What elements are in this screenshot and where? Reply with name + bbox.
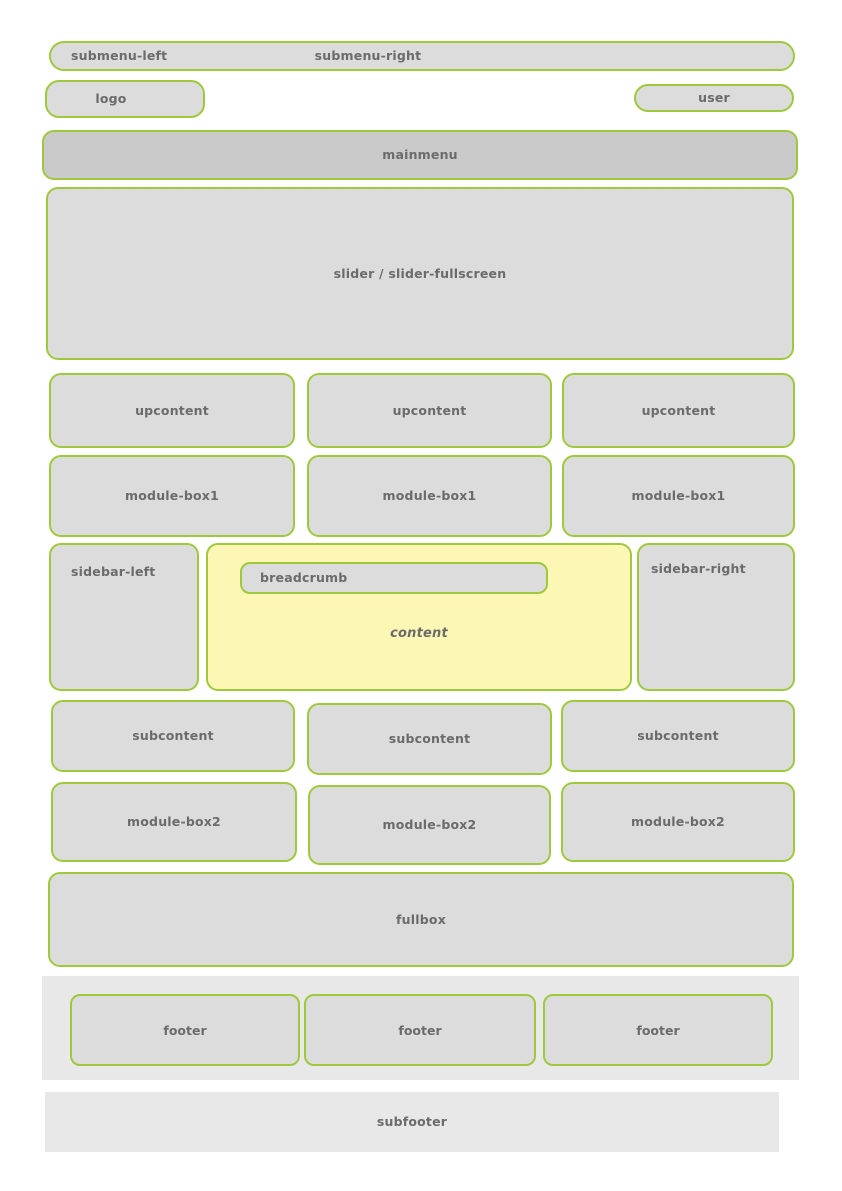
region-breadcrumb[interactable]: breadcrumb — [240, 562, 548, 594]
footer-1-label: footer — [163, 1022, 207, 1038]
module-box1-2-label: module-box1 — [382, 488, 477, 504]
sidebar-right-label: sidebar-right — [651, 561, 746, 576]
subfooter-label: subfooter — [376, 1114, 448, 1130]
subcontent-3-label: subcontent — [637, 728, 719, 744]
region-footer-3[interactable]: footer — [543, 994, 773, 1066]
sidebar-left-label: sidebar-left — [71, 564, 156, 579]
region-logo[interactable]: logo — [45, 80, 205, 118]
module-box2-3-label: module-box2 — [631, 814, 725, 830]
submenu-left-label: submenu-left — [71, 48, 168, 64]
module-box2-2-label: module-box2 — [382, 817, 477, 833]
subcontent-1-label: subcontent — [132, 728, 214, 744]
region-module-box2-1[interactable]: module-box2 — [51, 782, 297, 862]
region-module-box2-2[interactable]: module-box2 — [308, 785, 551, 865]
region-fullbox[interactable]: fullbox — [48, 872, 794, 967]
logo-label: logo — [95, 91, 127, 107]
footer-3-label: footer — [636, 1022, 680, 1038]
region-sidebar-right[interactable]: sidebar-right — [637, 543, 795, 691]
region-sidebar-left[interactable]: sidebar-left — [49, 543, 199, 691]
region-footer-1[interactable]: footer — [70, 994, 300, 1066]
region-subfooter[interactable]: subfooter — [45, 1092, 779, 1152]
region-subcontent-1[interactable]: subcontent — [51, 700, 295, 772]
slider-label: slider / slider-fullscreen — [333, 265, 507, 281]
region-footer-band: footer footer footer — [42, 976, 799, 1080]
user-label: user — [698, 90, 730, 106]
upcontent-3-label: upcontent — [641, 402, 716, 418]
subcontent-2-label: subcontent — [388, 731, 471, 747]
fullbox-label: fullbox — [396, 911, 446, 927]
region-subcontent-2[interactable]: subcontent — [307, 703, 552, 775]
module-box1-3-label: module-box1 — [631, 488, 726, 504]
region-footer-2[interactable]: footer — [304, 994, 536, 1066]
region-user[interactable]: user — [634, 84, 794, 112]
breadcrumb-label: breadcrumb — [260, 570, 348, 586]
region-subcontent-3[interactable]: subcontent — [561, 700, 795, 772]
region-submenu-bar[interactable]: submenu-left submenu-right — [49, 41, 795, 71]
module-box2-1-label: module-box2 — [127, 814, 221, 830]
region-module-box2-3[interactable]: module-box2 — [561, 782, 795, 862]
region-content[interactable]: breadcrumb content — [206, 543, 632, 691]
region-module-box1-2[interactable]: module-box1 — [307, 455, 552, 537]
upcontent-2-label: upcontent — [392, 402, 467, 418]
footer-2-label: footer — [398, 1022, 442, 1038]
region-upcontent-3[interactable]: upcontent — [562, 373, 795, 448]
region-upcontent-2[interactable]: upcontent — [307, 373, 552, 448]
content-label: content — [390, 626, 448, 641]
region-module-box1-3[interactable]: module-box1 — [562, 455, 795, 537]
region-module-box1-1[interactable]: module-box1 — [49, 455, 295, 537]
mainmenu-label: mainmenu — [382, 147, 458, 163]
region-slider[interactable]: slider / slider-fullscreen — [46, 187, 794, 360]
upcontent-1-label: upcontent — [135, 402, 209, 418]
region-upcontent-1[interactable]: upcontent — [49, 373, 295, 448]
module-box1-1-label: module-box1 — [125, 488, 219, 504]
wireframe-canvas: submenu-left submenu-right logo user mai… — [0, 0, 842, 1191]
submenu-right-label: submenu-right — [314, 48, 422, 64]
region-mainmenu[interactable]: mainmenu — [42, 130, 798, 180]
